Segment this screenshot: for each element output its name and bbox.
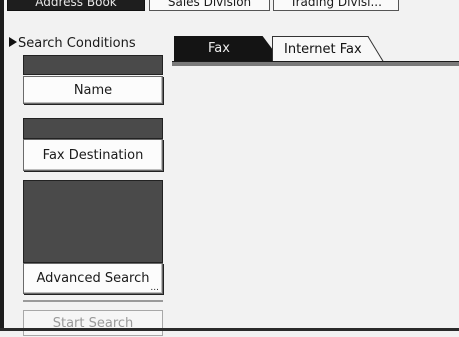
- tab-trading-division[interactable]: Trading Divisi...: [273, 0, 399, 11]
- advanced-search-button[interactable]: Advanced Search ...: [23, 263, 163, 294]
- advanced-search-field: [23, 180, 163, 263]
- tab-fax[interactable]: Fax: [174, 36, 282, 62]
- tab-internet-fax[interactable]: Internet Fax: [272, 36, 384, 62]
- triangle-right-icon: [9, 37, 17, 47]
- fax-destination-button[interactable]: Fax Destination: [23, 139, 163, 171]
- search-conditions-label: Search Conditions: [18, 36, 136, 51]
- fax-destination-field: [23, 118, 163, 139]
- tab-internet-fax-label: Internet Fax: [284, 42, 362, 57]
- tab-label: Sales Division: [167, 0, 252, 9]
- window-left-border: [0, 0, 4, 331]
- start-search-button[interactable]: Start Search: [23, 310, 163, 336]
- tab-fax-label: Fax: [208, 41, 230, 56]
- tab-sales-division[interactable]: Sales Division: [149, 0, 270, 11]
- tab-label: Trading Divisi...: [290, 0, 382, 9]
- fax-destination-button-label: Fax Destination: [42, 148, 144, 163]
- start-search-button-label: Start Search: [52, 316, 134, 331]
- more-options-icon: ...: [150, 283, 159, 293]
- advanced-search-button-label: Advanced Search: [36, 271, 150, 286]
- tab-address-book[interactable]: Address Book: [7, 0, 145, 11]
- name-button-label: Name: [73, 83, 113, 98]
- search-conditions-heading: Search Conditions: [9, 36, 136, 52]
- tab-label: Address Book: [35, 0, 117, 9]
- name-button[interactable]: Name: [23, 76, 163, 104]
- name-search-field: [23, 55, 163, 75]
- tab-underline: [172, 61, 459, 66]
- divider: [23, 300, 163, 302]
